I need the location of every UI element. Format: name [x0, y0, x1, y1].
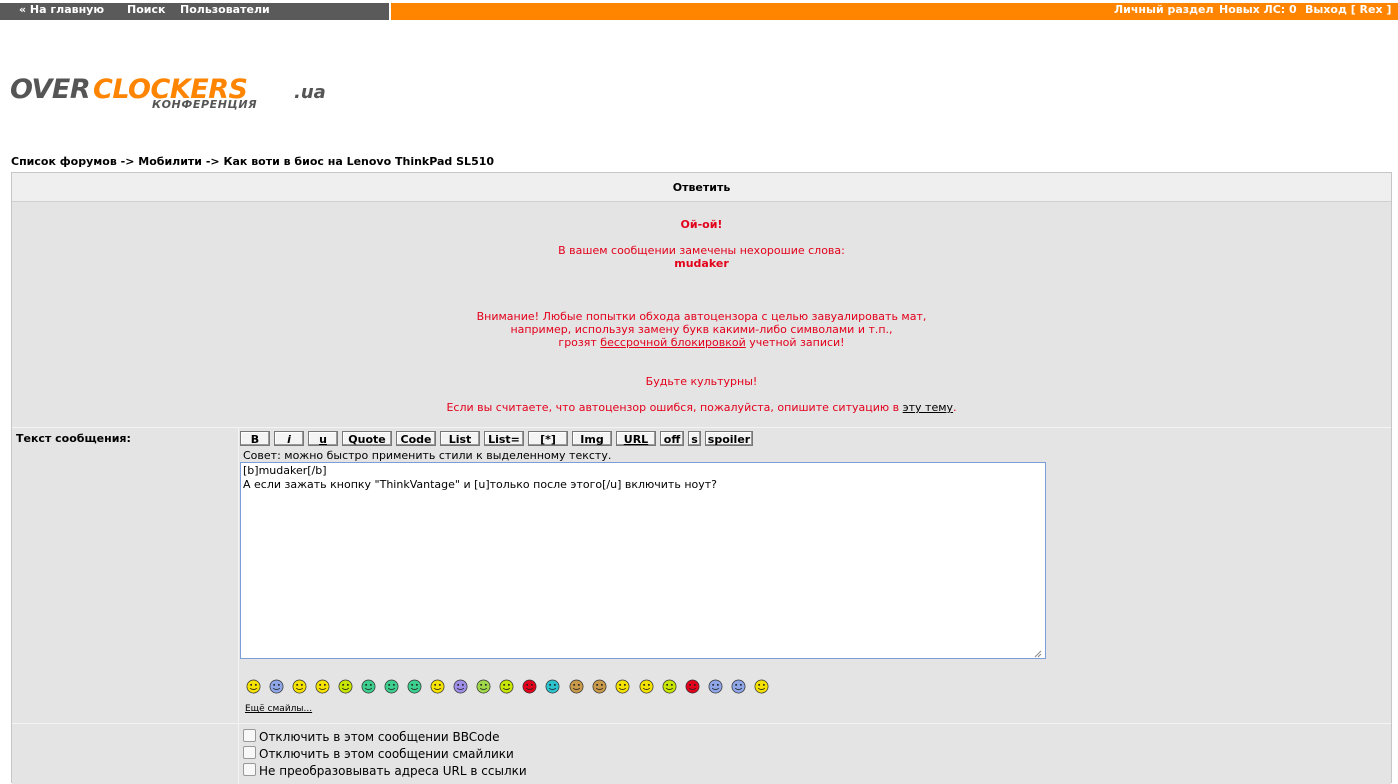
- logo-subtitle: КОНФЕРЕНЦИЯ: [152, 98, 257, 111]
- confused-icon[interactable]: [453, 679, 468, 694]
- disable-smilies-checkbox[interactable]: [243, 746, 256, 759]
- cry-icon[interactable]: [545, 679, 560, 694]
- cool-icon[interactable]: [430, 679, 445, 694]
- sick-icon[interactable]: [476, 679, 491, 694]
- bbcode-offtopic-button[interactable]: off: [660, 431, 684, 446]
- reply-form-title: Ответить: [12, 173, 1391, 202]
- bbcode-italic-button[interactable]: i: [274, 431, 304, 446]
- rock-icon[interactable]: [639, 679, 654, 694]
- warning-attention-line2: например, используя замену букв какими-л…: [510, 323, 893, 336]
- option-disable-smilies-label: Отключить в этом сообщении смайлики: [259, 747, 514, 761]
- users-link[interactable]: Пользователи: [180, 3, 270, 16]
- smile-icon[interactable]: [246, 679, 261, 694]
- warning-attention-line3: грозят бессрочной блокировкой учетной за…: [12, 336, 1391, 349]
- shy-icon[interactable]: [708, 679, 723, 694]
- idea-icon[interactable]: [731, 679, 746, 694]
- bbcode-url-button[interactable]: URL: [616, 431, 656, 446]
- warning-polite: Будьте культурны!: [645, 375, 758, 388]
- dead-icon[interactable]: [499, 679, 514, 694]
- bbcode-underline-button[interactable]: u: [308, 431, 338, 446]
- sad-icon[interactable]: [269, 679, 284, 694]
- option-disable-smilies[interactable]: Отключить в этом сообщении смайлики: [243, 746, 514, 761]
- message-editor-cell: B i u Quote Code List List= [*] Img URL …: [239, 428, 1391, 722]
- breadcrumb-separator: ->: [205, 155, 220, 168]
- search-link[interactable]: Поиск: [127, 3, 165, 16]
- bbcode-spoiler-button[interactable]: spoiler: [705, 431, 753, 446]
- disable-urls-checkbox[interactable]: [243, 763, 256, 776]
- resize-grip-icon[interactable]: [1034, 650, 1042, 658]
- option-disable-urls[interactable]: Не преобразовывать адреса URL в ссылки: [243, 763, 527, 778]
- breadcrumb-forums[interactable]: Список форумов: [11, 155, 117, 168]
- option-disable-bbcode-label: Отключить в этом сообщении BBCode: [259, 730, 500, 744]
- personal-section-link[interactable]: Личный раздел: [1114, 3, 1214, 16]
- censor-warning: Ой-ой! В вашем сообщении замечены нехоро…: [12, 203, 1391, 428]
- warning-attention-line1: Внимание! Любые попытки обхода автоцензо…: [476, 310, 927, 323]
- warning-mistake-post: .: [953, 401, 957, 414]
- warning-bad-word: mudaker: [674, 257, 729, 270]
- warning-mistake-pre: Если вы считаете, что автоцензор ошибся,…: [446, 401, 900, 414]
- logo-suffix: .ua: [294, 82, 326, 103]
- thumbs-down-icon[interactable]: [592, 679, 607, 694]
- warning-detected-text: В вашем сообщении замечены нехорошие сло…: [558, 244, 845, 257]
- bbcode-list-item-button[interactable]: [*]: [528, 431, 568, 446]
- wink-icon[interactable]: [315, 679, 330, 694]
- bbcode-code-button[interactable]: Code: [396, 431, 436, 446]
- disable-bbcode-checkbox[interactable]: [243, 729, 256, 742]
- formatting-hint: Совет: можно быстро применить стили к вы…: [243, 449, 612, 462]
- bbcode-list-ordered-button[interactable]: List=: [484, 431, 524, 446]
- devil-icon[interactable]: [685, 679, 700, 694]
- option-disable-urls-label: Не преобразовывать адреса URL в ссылки: [259, 764, 527, 778]
- option-disable-bbcode[interactable]: Отключить в этом сообщении BBCode: [243, 729, 500, 744]
- bbcode-list-button[interactable]: List: [440, 431, 480, 446]
- happy-icon[interactable]: [292, 679, 307, 694]
- angry-icon[interactable]: [522, 679, 537, 694]
- warning-mistake-line: Если вы считаете, что автоцензор ошибся,…: [12, 401, 1391, 414]
- message-label: Текст сообщения:: [16, 432, 131, 445]
- bbcode-strike-button[interactable]: s: [688, 431, 701, 446]
- bbcode-bold-button[interactable]: B: [240, 431, 270, 446]
- breadcrumb-separator: ->: [120, 155, 135, 168]
- reply-form: Ответить Ой-ой! В вашем сообщении замече…: [11, 172, 1392, 784]
- top-nav-bar: « На главную Поиск Пользователи Личный р…: [0, 0, 1398, 21]
- warning-attention-post: учетной записи!: [749, 336, 845, 349]
- smirk-icon[interactable]: [615, 679, 630, 694]
- neutral-icon[interactable]: [338, 679, 353, 694]
- permanent-ban-link[interactable]: бессрочной блокировкой: [600, 336, 745, 349]
- new-pm-link[interactable]: Новых ЛС: 0: [1219, 3, 1297, 16]
- bbcode-img-button[interactable]: Img: [572, 431, 612, 446]
- surprised-icon[interactable]: [384, 679, 399, 694]
- site-logo[interactable]: OVER CLOCKERS .ua КОНФЕРЕНЦИЯ: [10, 72, 340, 116]
- more-smilies-link[interactable]: Ещё смайлы...: [245, 704, 312, 714]
- breadcrumb-topic[interactable]: Как воти в биос на Lenovo ThinkPad SL510: [224, 155, 495, 168]
- options-label-cell: [12, 723, 239, 784]
- home-link[interactable]: « На главную: [19, 3, 104, 16]
- thumbs-up-icon[interactable]: [569, 679, 584, 694]
- warning-title: Ой-ой!: [680, 218, 723, 231]
- grin-icon[interactable]: [361, 679, 376, 694]
- breadcrumb: Список форумов -> Мобилити -> Как воти в…: [11, 155, 494, 168]
- tongue-icon[interactable]: [407, 679, 422, 694]
- message-label-cell: Текст сообщения:: [12, 428, 239, 722]
- message-textarea[interactable]: [240, 462, 1046, 659]
- beer-icon[interactable]: [754, 679, 769, 694]
- options-cell: Отключить в этом сообщении BBCode Отключ…: [239, 723, 1391, 784]
- logo-part-over: OVER: [10, 74, 90, 105]
- report-topic-link[interactable]: эту тему: [903, 401, 953, 414]
- breadcrumb-section[interactable]: Мобилити: [138, 155, 202, 168]
- alien-icon[interactable]: [662, 679, 677, 694]
- warning-attention-pre: грозят: [558, 336, 597, 349]
- bbcode-quote-button[interactable]: Quote: [342, 431, 392, 446]
- logout-link[interactable]: Выход [ Rex ]: [1305, 3, 1391, 16]
